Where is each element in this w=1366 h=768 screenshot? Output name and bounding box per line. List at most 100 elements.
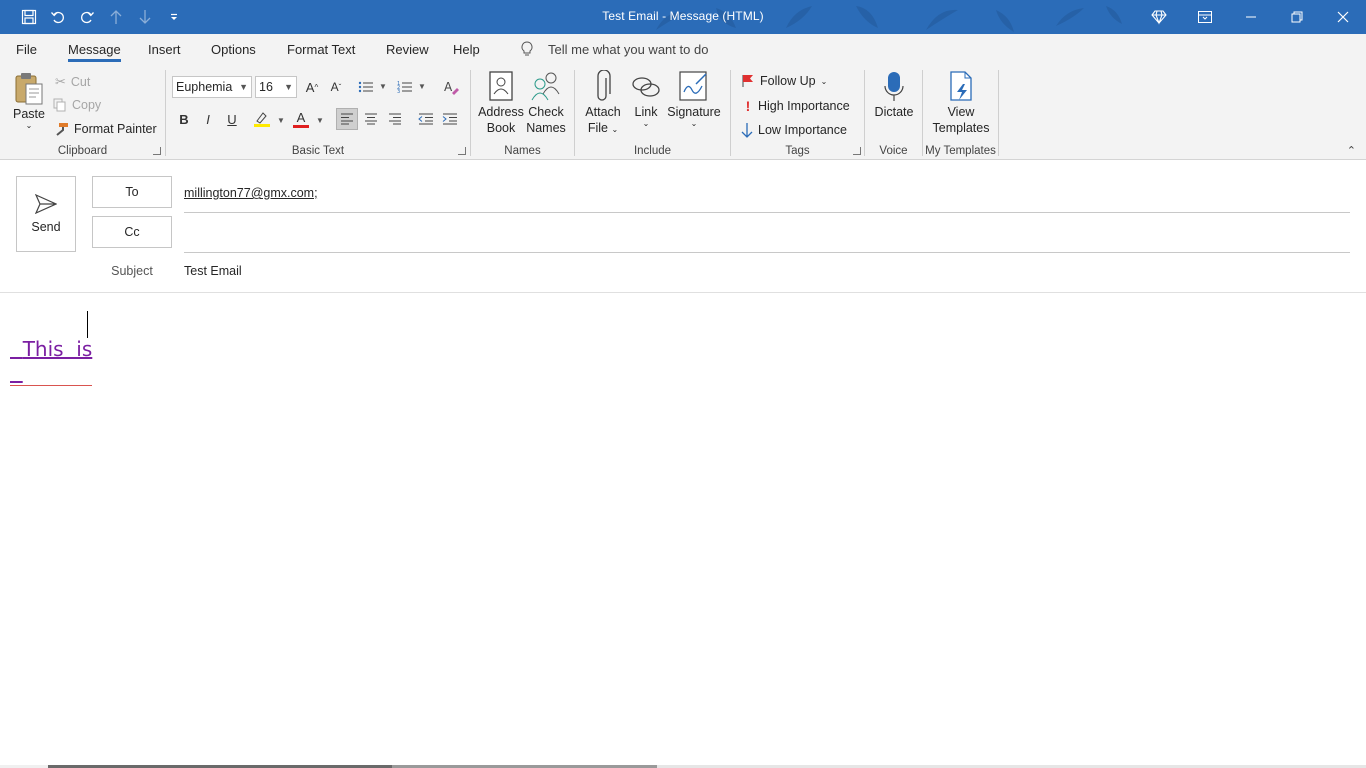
- paste-button[interactable]: Paste ⌄: [10, 72, 48, 130]
- numbering-icon[interactable]: 123: [394, 76, 416, 98]
- text-cursor: [87, 311, 88, 338]
- dialog-launcher-icon[interactable]: [153, 147, 161, 155]
- paste-label: Paste: [13, 107, 45, 121]
- bold-button[interactable]: B: [173, 108, 195, 130]
- grow-font-icon[interactable]: A ^: [301, 76, 323, 98]
- clipboard-group-label: Clipboard: [57, 145, 108, 157]
- to-button[interactable]: To: [92, 176, 172, 208]
- voice-group: Dictate Voice: [865, 68, 922, 160]
- basic-text-group: Euphemia ▼ 16 ▼ A ^ Aˇ ▼ 123 ▼ A B I U ▼ A …: [166, 68, 470, 160]
- font-size-select[interactable]: 16 ▼: [255, 76, 297, 98]
- to-field[interactable]: millington77@gmx.com;: [184, 177, 1350, 213]
- voice-group-label: Voice: [879, 145, 908, 157]
- subject-label: Subject: [111, 264, 153, 278]
- check-names-icon: [531, 72, 560, 101]
- bullets-icon[interactable]: [355, 76, 377, 98]
- cut-button[interactable]: ✂ Cut: [55, 74, 90, 90]
- tab-file[interactable]: File: [16, 34, 37, 64]
- dictate-button[interactable]: Dictate: [869, 70, 919, 120]
- chevron-down-icon[interactable]: ▼: [379, 82, 387, 91]
- highlight-icon[interactable]: [251, 108, 273, 130]
- ribbon-display-icon[interactable]: [1182, 0, 1228, 34]
- chevron-down-icon[interactable]: ▼: [277, 116, 285, 125]
- copy-button[interactable]: Copy: [53, 98, 101, 112]
- copy-icon: [53, 98, 66, 112]
- chevron-down-icon: ⌄: [25, 121, 33, 130]
- restore-icon[interactable]: [1274, 0, 1320, 34]
- decrease-indent-icon[interactable]: [415, 108, 437, 130]
- window-controls: [1136, 0, 1366, 34]
- exclamation-icon: !: [745, 98, 751, 114]
- tell-me-search[interactable]: Tell me what you want to do: [520, 34, 708, 64]
- attach-file-button[interactable]: Attach File ⌄: [583, 70, 623, 138]
- increase-indent-icon[interactable]: [439, 108, 461, 130]
- my-templates-group: View Templates My Templates: [923, 68, 998, 160]
- clipboard-group: Paste ⌄ ✂ Cut Copy Format Painter Clipbo…: [0, 68, 165, 160]
- link-button[interactable]: Link ⌄: [627, 70, 665, 128]
- cc-button[interactable]: Cc: [92, 216, 172, 248]
- names-group-label: Names: [504, 145, 541, 157]
- collapse-ribbon-icon[interactable]: ⌃: [1347, 144, 1356, 157]
- to-recipient[interactable]: millington77@gmx.com;: [184, 186, 318, 200]
- chevron-down-icon: ⌄: [642, 119, 650, 128]
- tab-review[interactable]: Review: [386, 34, 429, 64]
- minimize-icon[interactable]: [1228, 0, 1274, 34]
- address-book-icon: [489, 71, 513, 101]
- chevron-down-icon: ▼: [239, 82, 248, 92]
- chevron-down-icon: ⌄: [690, 119, 698, 128]
- chevron-down-icon: ⌄: [611, 125, 619, 134]
- names-group: Address Book Check Names Names: [471, 68, 574, 160]
- include-group-label: Include: [633, 145, 672, 157]
- dialog-launcher-icon[interactable]: [458, 147, 466, 155]
- italic-button[interactable]: I: [197, 108, 219, 130]
- close-icon[interactable]: [1320, 0, 1366, 34]
- include-group: Attach File ⌄ Link ⌄ Signature ⌄ Include: [575, 68, 730, 160]
- tab-options[interactable]: Options: [211, 34, 256, 64]
- align-right-icon[interactable]: [384, 108, 406, 130]
- message-body-text[interactable]: This is: [10, 313, 93, 386]
- signature-button[interactable]: Signature ⌄: [667, 70, 721, 128]
- paintbrush-icon: [56, 123, 68, 136]
- templates-icon: [950, 71, 972, 101]
- check-names-button[interactable]: Check Names: [523, 70, 569, 136]
- format-painter-button[interactable]: Format Painter: [53, 122, 157, 136]
- follow-up-button[interactable]: Follow Up ⌄: [741, 74, 827, 88]
- group-divider: [998, 70, 999, 156]
- scissors-icon: ✂: [55, 74, 66, 89]
- chevron-down-icon[interactable]: ▼: [316, 116, 324, 125]
- underline-button[interactable]: U: [221, 108, 243, 130]
- high-importance-button[interactable]: ! High Importance: [743, 98, 850, 114]
- microphone-icon: [884, 72, 904, 101]
- tab-insert[interactable]: Insert: [148, 34, 181, 64]
- link-icon: [632, 77, 660, 97]
- diamond-icon[interactable]: [1136, 0, 1182, 34]
- align-left-icon[interactable]: [336, 108, 358, 130]
- address-book-button[interactable]: Address Book: [478, 70, 524, 136]
- cc-field[interactable]: [184, 217, 1350, 253]
- low-importance-button[interactable]: Low Importance: [741, 122, 847, 138]
- align-center-icon[interactable]: [360, 108, 382, 130]
- clear-formatting-icon[interactable]: A: [440, 76, 462, 98]
- font-color-icon[interactable]: A: [290, 108, 312, 130]
- send-button[interactable]: Send: [16, 176, 76, 252]
- subject-field[interactable]: Test Email: [184, 264, 242, 278]
- chevron-down-icon: ▼: [284, 82, 293, 92]
- ribbon: Paste ⌄ ✂ Cut Copy Format Painter Clipbo…: [0, 64, 1366, 160]
- shrink-font-icon[interactable]: Aˇ: [325, 76, 347, 98]
- tab-format-text[interactable]: Format Text: [287, 34, 355, 64]
- flag-icon: [742, 75, 753, 87]
- paperclip-icon: [597, 70, 611, 101]
- font-name-select[interactable]: Euphemia ▼: [172, 76, 252, 98]
- header-divider: [0, 292, 1366, 293]
- tab-help[interactable]: Help: [453, 34, 480, 64]
- tab-message[interactable]: Message: [68, 34, 121, 64]
- tell-me-text: Tell me what you want to do: [548, 41, 709, 57]
- chevron-down-icon[interactable]: ▼: [418, 82, 426, 91]
- view-templates-button[interactable]: View Templates: [931, 70, 991, 136]
- svg-text:3: 3: [397, 89, 400, 94]
- my-templates-group-label: My Templates: [925, 145, 996, 157]
- svg-text:A: A: [444, 80, 453, 94]
- lightbulb-icon: [521, 41, 533, 56]
- dialog-launcher-icon[interactable]: [853, 147, 861, 155]
- message-body-content: This is: [22, 337, 93, 361]
